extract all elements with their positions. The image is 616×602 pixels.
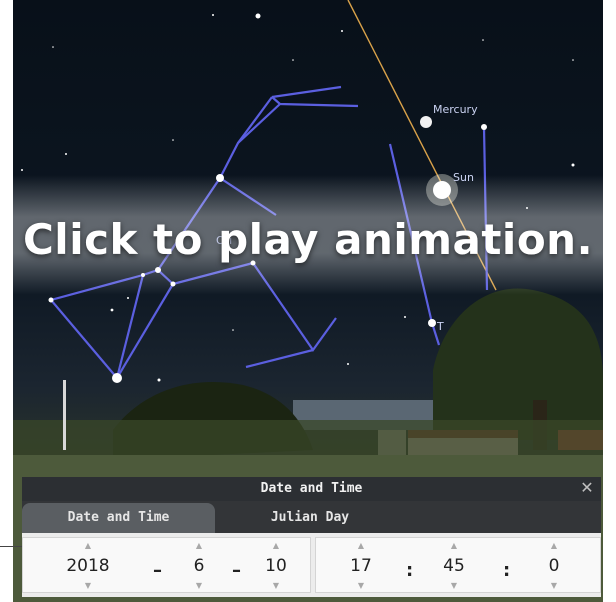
- day-down-icon[interactable]: ▼: [256, 581, 296, 591]
- month-down-icon[interactable]: ▼: [179, 581, 219, 591]
- year-down-icon[interactable]: ▼: [43, 581, 133, 591]
- minute-spinbox[interactable]: ▲ 45 ▼: [434, 538, 474, 594]
- pointer-line: [0, 546, 22, 547]
- planet-mercury[interactable]: [420, 116, 432, 128]
- year-value[interactable]: 2018: [43, 556, 133, 576]
- tab-date-and-time[interactable]: Date and Time: [22, 503, 215, 533]
- tab-bar: Date and Time Julian Day: [22, 501, 601, 533]
- day-spinbox[interactable]: ▲ 10 ▼: [256, 538, 296, 594]
- hour-spinbox[interactable]: ▲ 17 ▼: [341, 538, 381, 594]
- time-group: ▲ 17 ▼ : ▲ 45 ▼ : ▲ 0 ▼: [315, 537, 601, 593]
- second-spinbox[interactable]: ▲ 0 ▼: [534, 538, 574, 594]
- tab-julian-day[interactable]: Julian Day: [215, 503, 405, 533]
- day-up-icon[interactable]: ▲: [256, 541, 296, 551]
- hour-up-icon[interactable]: ▲: [341, 541, 381, 551]
- play-animation-overlay[interactable]: Click to play animation.: [13, 215, 603, 264]
- day-value[interactable]: 10: [256, 556, 296, 576]
- left-border: [0, 0, 13, 602]
- stellarium-view: Mercury Sun Ori T Click to play animatio…: [0, 0, 616, 602]
- sun-label: Sun: [453, 171, 474, 184]
- mercury-label: Mercury: [433, 103, 478, 116]
- year-up-icon[interactable]: ▲: [43, 541, 133, 551]
- date-separator: –: [153, 560, 162, 581]
- month-up-icon[interactable]: ▲: [179, 541, 219, 551]
- minute-down-icon[interactable]: ▼: [434, 581, 474, 591]
- dialog-title[interactable]: Date and Time: [22, 477, 601, 501]
- month-value[interactable]: 6: [179, 556, 219, 576]
- year-spinbox[interactable]: ▲ 2018 ▼: [43, 538, 133, 594]
- date-separator: –: [232, 560, 241, 581]
- date-group: ▲ 2018 ▼ – ▲ 6 ▼ – ▲ 10 ▼: [22, 537, 311, 593]
- time-separator: :: [406, 560, 414, 581]
- minute-value[interactable]: 45: [434, 556, 474, 576]
- minute-up-icon[interactable]: ▲: [434, 541, 474, 551]
- second-down-icon[interactable]: ▼: [534, 581, 574, 591]
- hour-down-icon[interactable]: ▼: [341, 581, 381, 591]
- month-spinbox[interactable]: ▲ 6 ▼: [179, 538, 219, 594]
- close-icon[interactable]: ✕: [577, 477, 597, 501]
- hour-value[interactable]: 17: [341, 556, 381, 576]
- star-label: T: [437, 320, 444, 333]
- date-time-panel: ▲ 2018 ▼ – ▲ 6 ▼ – ▲ 10 ▼ ▲ 17 ▼: ▲ 45 …: [22, 533, 601, 597]
- time-separator: :: [503, 560, 511, 581]
- right-border: [603, 0, 616, 602]
- date-time-dialog: Date and Time ✕ Date and Time Julian Day…: [22, 477, 601, 597]
- second-value[interactable]: 0: [534, 556, 574, 576]
- second-up-icon[interactable]: ▲: [534, 541, 574, 551]
